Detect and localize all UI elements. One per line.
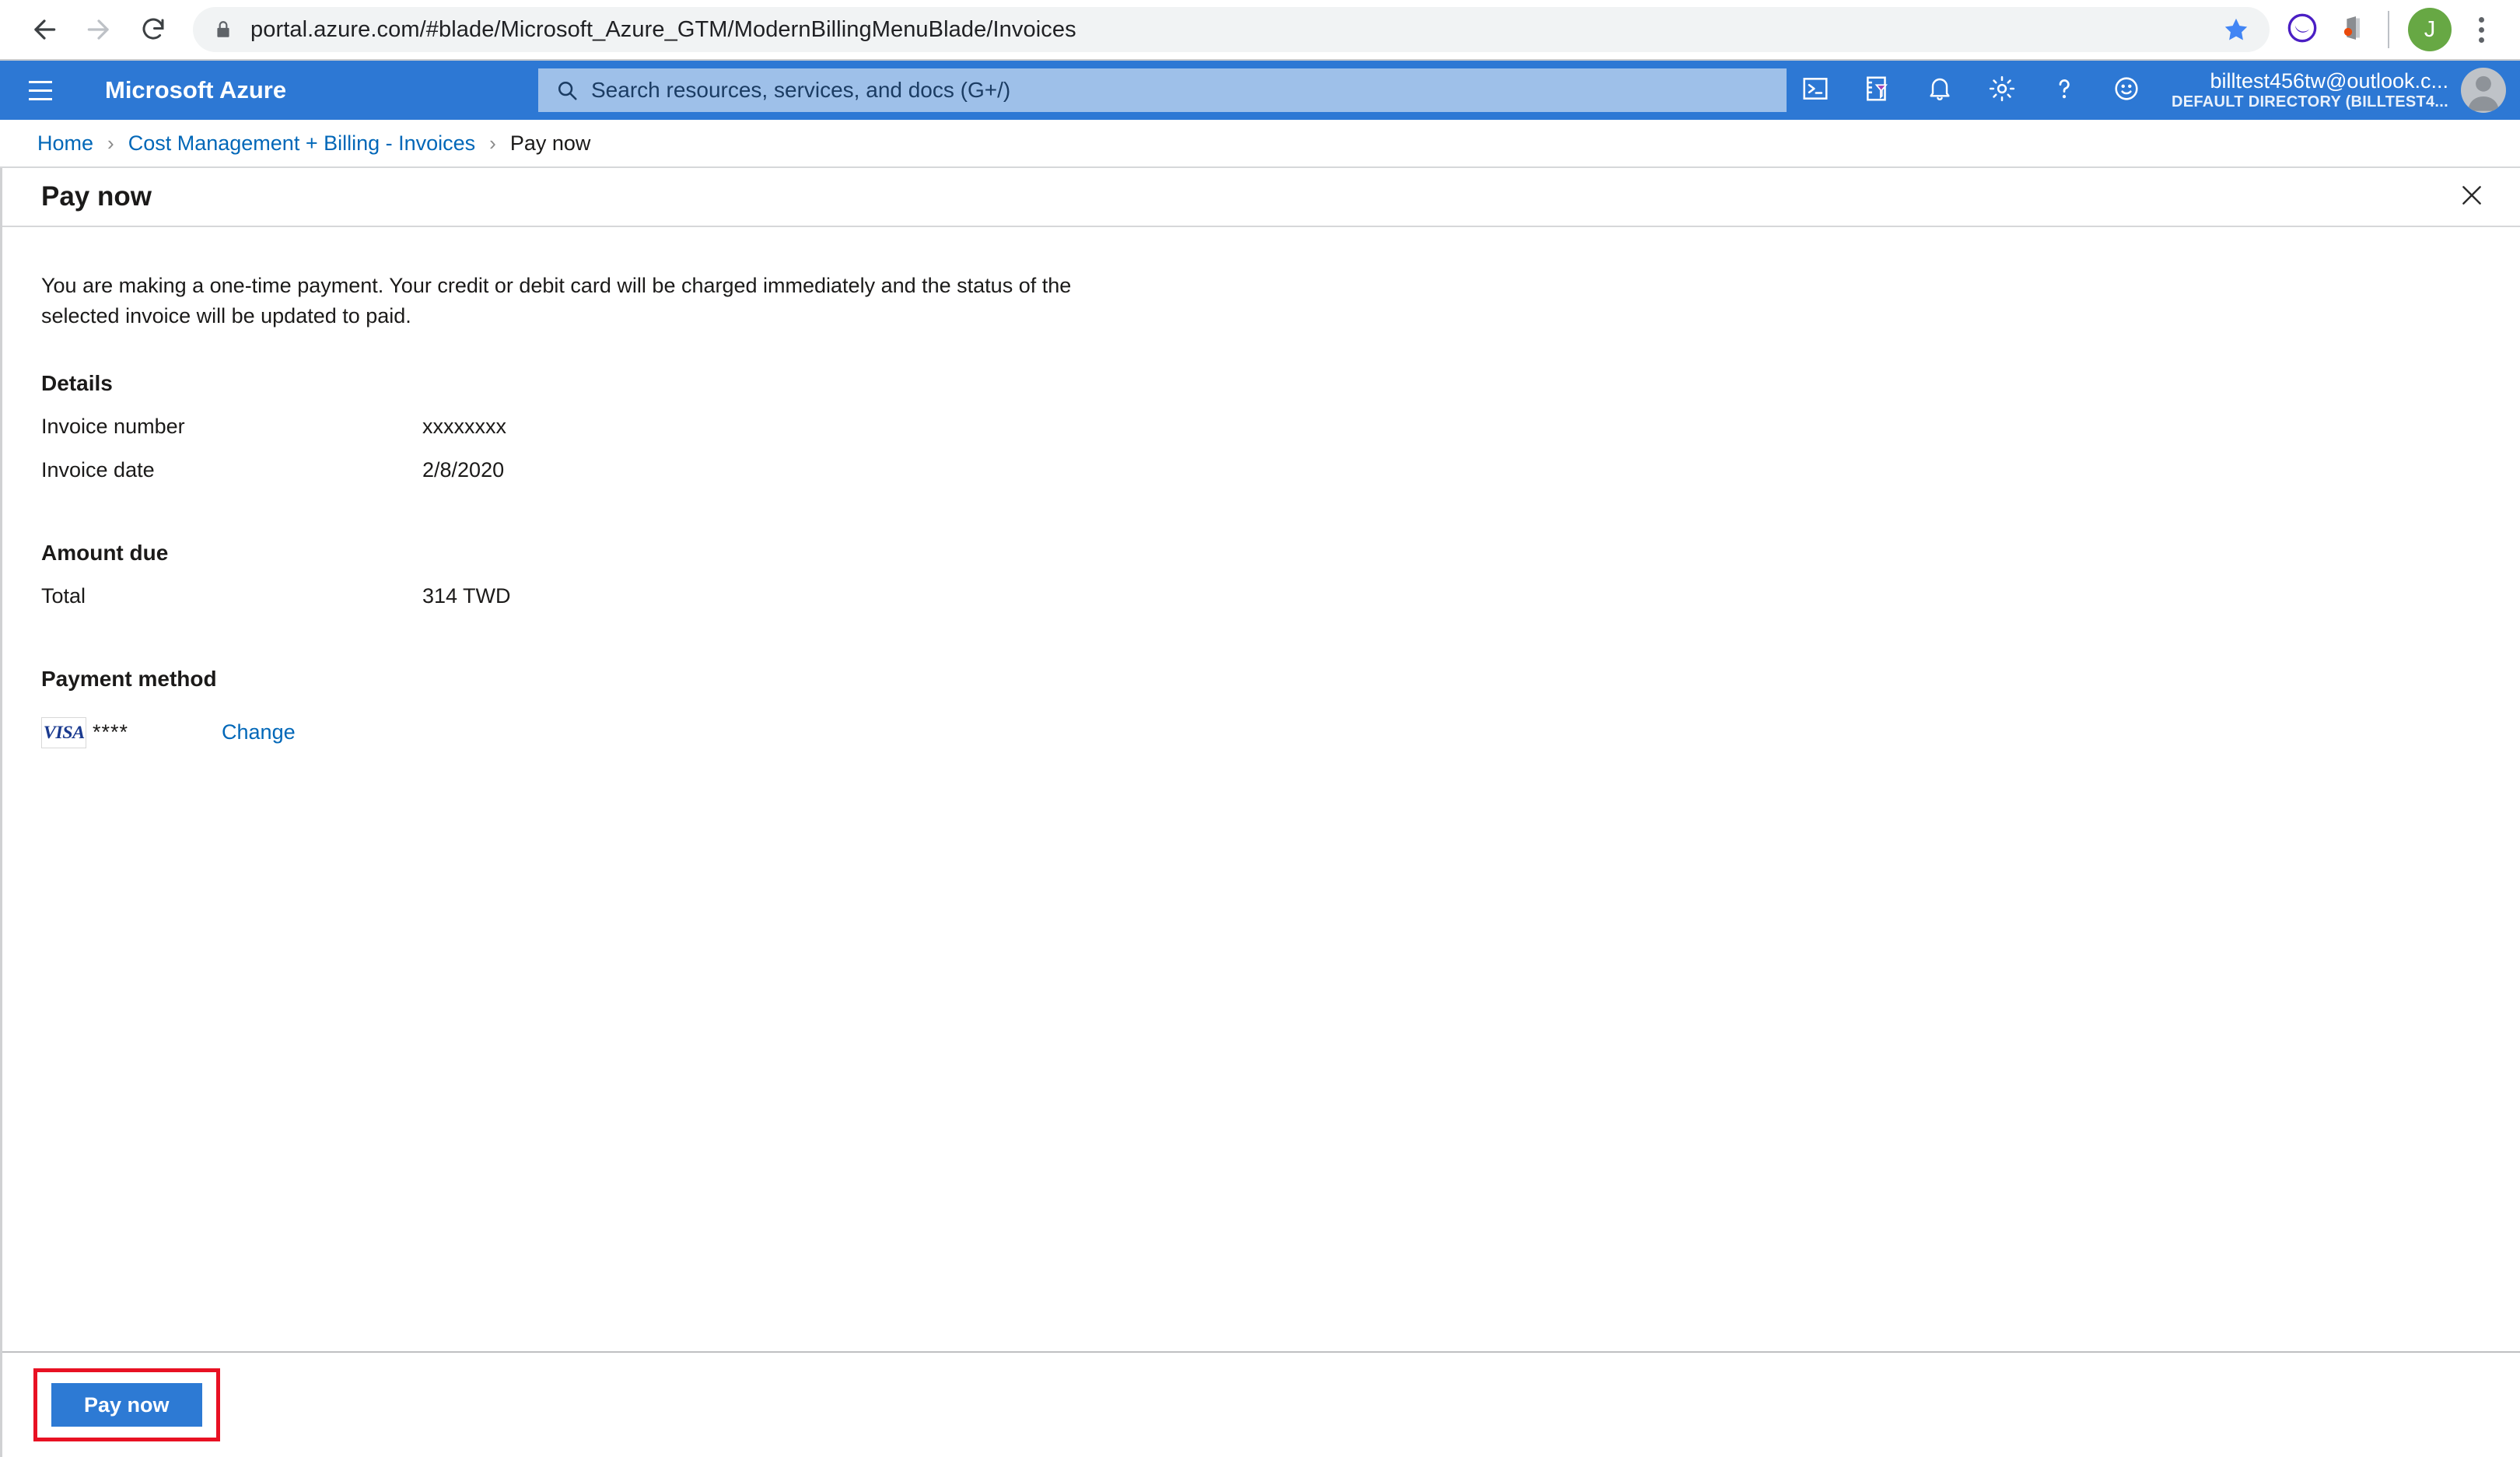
blade-content: You are making a one-time payment. Your … [2, 227, 2520, 1351]
azure-brand-label[interactable]: Microsoft Azure [105, 76, 286, 104]
notifications-button[interactable] [1909, 61, 1971, 120]
hamburger-menu-icon[interactable] [11, 61, 70, 120]
directory-filter-icon [1863, 74, 1892, 107]
close-icon [2459, 182, 2485, 212]
breadcrumb: Home › Cost Management + Billing - Invoi… [0, 120, 2520, 168]
azure-header-actions: billtest456tw@outlook.c... DEFAULT DIREC… [1784, 61, 2520, 120]
amount-key: Total [41, 583, 86, 608]
card-number-mask: **** [93, 720, 129, 744]
detail-value: 2/8/2020 [422, 457, 505, 482]
page-title: Pay now [41, 181, 152, 212]
browser-toolbar: portal.azure.com/#blade/Microsoft_Azure_… [0, 0, 2520, 61]
pay-now-button[interactable]: Pay now [51, 1383, 202, 1427]
three-dot-menu-icon[interactable] [2459, 6, 2503, 53]
amount-row-total: Total 314 TWD [41, 584, 2481, 628]
blade-title-bar: Pay now [2, 168, 2520, 227]
account-menu[interactable]: billtest456tw@outlook.c... DEFAULT DIREC… [2172, 68, 2506, 113]
close-button[interactable] [2447, 172, 2497, 222]
reload-button[interactable] [126, 2, 180, 57]
browser-profile-avatar[interactable]: J [2408, 8, 2452, 51]
toolbar-divider [2388, 11, 2389, 48]
visa-card-icon: VISA [41, 716, 86, 748]
account-email: billtest456tw@outlook.c... [2210, 68, 2448, 93]
pay-now-highlight-box: Pay now [33, 1368, 220, 1441]
directory-filter-button[interactable] [1846, 61, 1909, 120]
search-icon [555, 79, 579, 102]
payment-method-heading: Payment method [41, 666, 217, 691]
address-bar[interactable]: portal.azure.com/#blade/Microsoft_Azure_… [193, 7, 2270, 52]
question-mark-icon [2049, 74, 2079, 107]
breadcrumb-item-pay-now: Pay now [509, 131, 591, 155]
settings-button[interactable] [1971, 61, 2033, 120]
smiley-icon [2112, 74, 2141, 107]
details-heading: Details [41, 370, 113, 395]
account-directory: DEFAULT DIRECTORY (BILLTEST4... [2172, 93, 2448, 111]
cloud-shell-button[interactable] [1784, 61, 1846, 120]
change-payment-method-link[interactable]: Change [222, 720, 296, 744]
visa-logo-text: VISA [43, 722, 85, 742]
purple-circle-extension-icon [2287, 12, 2318, 47]
url-text: portal.azure.com/#blade/Microsoft_Azure_… [250, 16, 1076, 42]
bell-icon [1926, 75, 1954, 107]
gear-icon [1987, 74, 2017, 107]
detail-key: Invoice number [41, 414, 185, 438]
azure-top-bar: Microsoft Azure Search resources, servic… [0, 61, 2520, 120]
forward-button[interactable] [72, 2, 126, 57]
forward-arrow-icon [84, 15, 114, 44]
search-input[interactable]: Search resources, services, and docs (G+… [538, 68, 1787, 112]
help-button[interactable] [2033, 61, 2095, 120]
amount-value: 314 TWD [422, 583, 511, 608]
feedback-button[interactable] [2095, 61, 2158, 120]
cloud-shell-icon [1801, 74, 1830, 107]
amount-due-heading: Amount due [41, 540, 169, 565]
breadcrumb-separator: › [107, 131, 114, 155]
blade-footer: Pay now [2, 1351, 2520, 1457]
detail-row-invoice-number: Invoice number xxxxxxxx [41, 415, 2481, 458]
payment-method-row: VISA **** Change [41, 710, 2481, 755]
detail-value: xxxxxxxx [422, 414, 506, 438]
office-extension-icon [2336, 12, 2368, 47]
breadcrumb-item-cost-management[interactable]: Cost Management + Billing - Invoices [128, 131, 475, 156]
back-arrow-icon [30, 15, 59, 44]
reload-icon [139, 16, 167, 44]
account-text: billtest456tw@outlook.c... DEFAULT DIREC… [2172, 69, 2448, 111]
extension-button-1[interactable] [2277, 5, 2327, 54]
search-placeholder: Search resources, services, and docs (G+… [591, 78, 1011, 102]
breadcrumb-separator: › [489, 131, 496, 155]
pay-now-blade: Pay now You are making a one-time paymen… [0, 168, 2520, 1457]
intro-description: You are making a one-time payment. Your … [41, 274, 1072, 328]
detail-row-invoice-date: Invoice date 2/8/2020 [41, 458, 2481, 502]
detail-key: Invoice date [41, 457, 155, 482]
user-avatar-icon[interactable] [2461, 68, 2506, 113]
lock-icon [213, 19, 233, 40]
star-icon[interactable] [2207, 16, 2249, 43]
extension-button-2[interactable] [2327, 5, 2377, 54]
back-button[interactable] [17, 2, 72, 57]
breadcrumb-item-home[interactable]: Home [37, 131, 93, 156]
